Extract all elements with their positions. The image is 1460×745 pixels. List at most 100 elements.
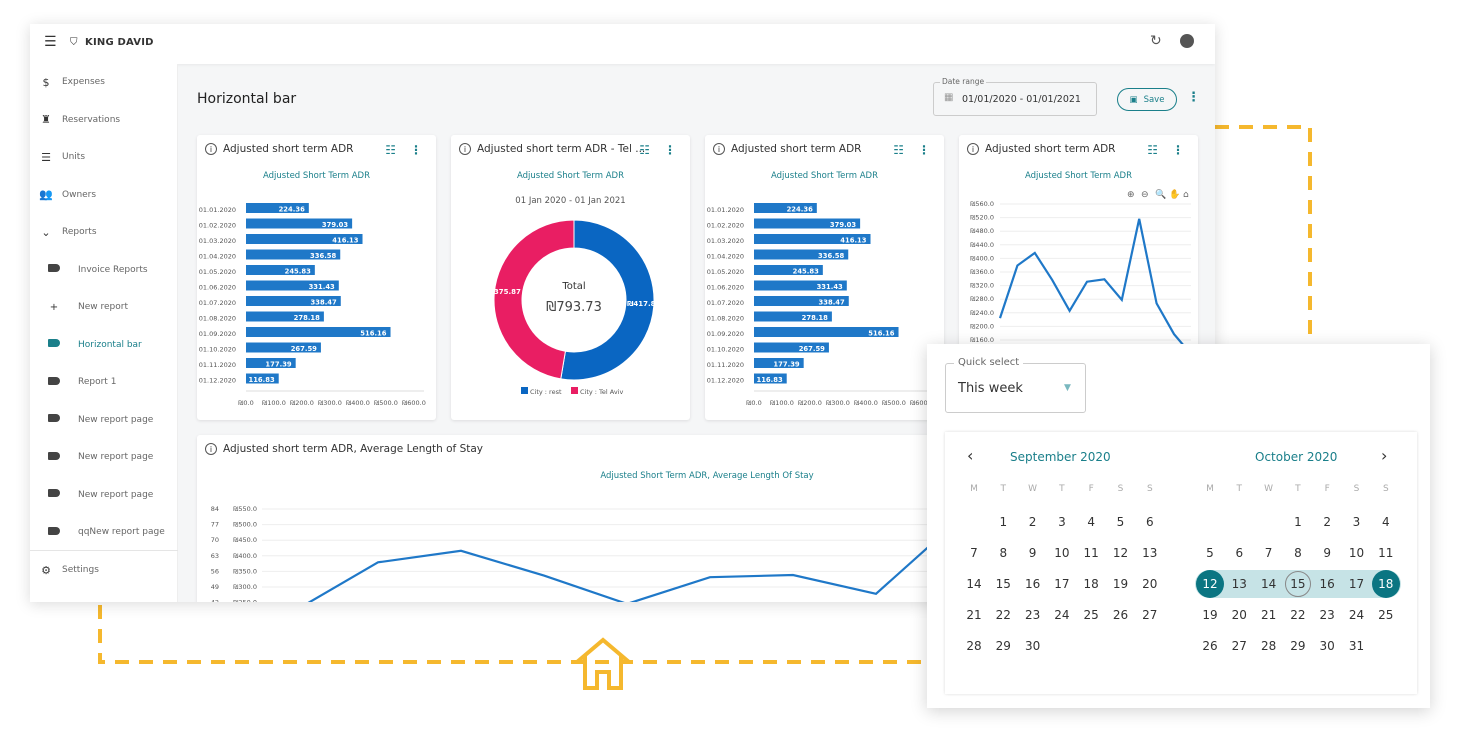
calendar-day[interactable]: 2 bbox=[1314, 509, 1340, 535]
save-button[interactable]: ▣ Save bbox=[1117, 88, 1177, 111]
sidebar-item[interactable]: Invoice Reports bbox=[30, 255, 178, 285]
calendar-day[interactable]: 29 bbox=[1285, 633, 1311, 659]
calendar-day[interactable]: 27 bbox=[1137, 602, 1163, 628]
sidebar-item[interactable]: Horizontal bar bbox=[30, 330, 178, 360]
calendar-day[interactable]: 22 bbox=[1285, 602, 1311, 628]
bar-value-label: 379.03 bbox=[322, 221, 348, 229]
calendar-day[interactable]: 20 bbox=[1137, 571, 1163, 597]
calendar-day[interactable]: 14 bbox=[961, 571, 987, 597]
calendar-day[interactable]: 12 bbox=[1108, 540, 1134, 566]
calendar-day[interactable]: 16 bbox=[1314, 571, 1340, 597]
calendar-day[interactable]: 28 bbox=[1256, 633, 1282, 659]
calendar-day[interactable]: 5 bbox=[1197, 540, 1223, 566]
calendar-day[interactable]: 4 bbox=[1078, 509, 1104, 535]
sidebar-item[interactable]: + New report bbox=[30, 292, 178, 322]
calendar-day[interactable]: 17 bbox=[1344, 571, 1370, 597]
calendar-day[interactable]: 26 bbox=[1197, 633, 1223, 659]
sidebar-item[interactable]: qqNew report page bbox=[30, 517, 178, 547]
calendar-day[interactable]: 12 bbox=[1196, 570, 1224, 598]
calendar-day[interactable]: 28 bbox=[961, 633, 987, 659]
category-label: 01.11.2020 bbox=[199, 361, 236, 369]
prev-month-icon[interactable]: ‹ bbox=[967, 446, 973, 465]
calendar-day[interactable]: 30 bbox=[1314, 633, 1340, 659]
date-range-field[interactable]: Date range ▦ 01/01/2020 - 01/01/2021 bbox=[933, 77, 1097, 116]
calendar-day[interactable]: 3 bbox=[1344, 509, 1370, 535]
refresh-icon[interactable]: ↻ bbox=[1150, 33, 1162, 49]
sidebar-item[interactable]: ☰ Units bbox=[30, 142, 178, 172]
sidebar-item[interactable]: 👥 Owners bbox=[30, 180, 178, 210]
calendar-day[interactable]: 1 bbox=[990, 509, 1016, 535]
next-month-icon[interactable]: › bbox=[1381, 446, 1387, 465]
calendar-day[interactable]: 19 bbox=[1197, 602, 1223, 628]
calendar-day[interactable]: 21 bbox=[1256, 602, 1282, 628]
calendar-day[interactable]: 6 bbox=[1226, 540, 1252, 566]
calendar-day[interactable]: 15 bbox=[990, 571, 1016, 597]
calendar-day[interactable]: 24 bbox=[1344, 602, 1370, 628]
sidebar-item-settings[interactable]: ⚙ Settings bbox=[30, 555, 178, 585]
calendar-day[interactable]: 2 bbox=[1020, 509, 1046, 535]
calendar-day[interactable]: 3 bbox=[1049, 509, 1075, 535]
sidebar-item[interactable]: New report page bbox=[30, 405, 178, 435]
calendar-day[interactable]: 16 bbox=[1020, 571, 1046, 597]
calendar-day[interactable]: 23 bbox=[1314, 602, 1340, 628]
menu-icon[interactable]: ☰ bbox=[44, 34, 57, 50]
calendar-day[interactable]: 22 bbox=[990, 602, 1016, 628]
calendar-day[interactable]: 13 bbox=[1226, 571, 1252, 597]
bar-value-label: 516.16 bbox=[868, 330, 894, 338]
calendar-day[interactable]: 6 bbox=[1137, 509, 1163, 535]
calendar-day[interactable]: 7 bbox=[1256, 540, 1282, 566]
calendar-day[interactable]: 11 bbox=[1373, 540, 1399, 566]
category-label: 01.04.2020 bbox=[199, 253, 236, 261]
zoom-out-icon[interactable]: ⊖ bbox=[1141, 190, 1149, 200]
calendar-day[interactable]: 14 bbox=[1256, 571, 1282, 597]
bar-value-label: 116.83 bbox=[756, 376, 782, 384]
legend-label[interactable]: City : Tel Aviv bbox=[580, 388, 624, 396]
calendar-day[interactable]: 26 bbox=[1108, 602, 1134, 628]
sidebar-item-label: New report page bbox=[78, 452, 154, 462]
account-icon[interactable] bbox=[1180, 34, 1194, 48]
calendar-day[interactable]: 30 bbox=[1020, 633, 1046, 659]
sidebar-item[interactable]: ⌄ Reports bbox=[30, 217, 178, 247]
calendar-day[interactable]: 31 bbox=[1344, 633, 1370, 659]
sidebar-item[interactable]: ♜ Reservations bbox=[30, 105, 178, 135]
calendar-day[interactable]: 19 bbox=[1108, 571, 1134, 597]
sidebar-item[interactable]: Report 1 bbox=[30, 367, 178, 397]
calendar-day[interactable]: 8 bbox=[990, 540, 1016, 566]
calendar-day[interactable]: 9 bbox=[1020, 540, 1046, 566]
calendar-day[interactable]: 24 bbox=[1049, 602, 1075, 628]
quick-select-dropdown[interactable]: Quick select This week ▼ bbox=[945, 357, 1086, 413]
calendar-day[interactable]: 21 bbox=[961, 602, 987, 628]
sidebar-item[interactable]: $ Expenses bbox=[30, 67, 178, 97]
calendar-day[interactable]: 17 bbox=[1049, 571, 1075, 597]
calendar-day[interactable]: 7 bbox=[961, 540, 987, 566]
reset-home-icon[interactable]: ⌂ bbox=[1183, 190, 1189, 200]
sidebar-item[interactable]: New report page bbox=[30, 442, 178, 472]
calendar-day[interactable]: 15 bbox=[1284, 571, 1311, 597]
calendar-day[interactable]: 5 bbox=[1108, 509, 1134, 535]
calendar-day[interactable]: 20 bbox=[1226, 602, 1252, 628]
sidebar-item[interactable]: New report page bbox=[30, 480, 178, 510]
legend-label[interactable]: City : rest bbox=[530, 388, 562, 396]
calendar-day[interactable]: 9 bbox=[1314, 540, 1340, 566]
calendar-day[interactable]: 13 bbox=[1137, 540, 1163, 566]
calendar-day[interactable]: 18 bbox=[1371, 570, 1400, 598]
tag-icon bbox=[30, 526, 78, 538]
more-options-icon[interactable]: ⋮ bbox=[1187, 90, 1200, 105]
calendar-day[interactable]: 29 bbox=[990, 633, 1016, 659]
calendar-day[interactable]: 25 bbox=[1078, 602, 1104, 628]
line-series[interactable] bbox=[998, 218, 1193, 356]
calendar-day[interactable]: 8 bbox=[1285, 540, 1311, 566]
calendar-day[interactable]: 4 bbox=[1373, 509, 1399, 535]
calendar-day[interactable]: 10 bbox=[1344, 540, 1370, 566]
pan-icon[interactable]: ✋ bbox=[1169, 188, 1180, 200]
calendar-day[interactable]: 10 bbox=[1049, 540, 1075, 566]
calendar-day[interactable]: 23 bbox=[1020, 602, 1046, 628]
zoom-in-icon[interactable]: ⊕ bbox=[1127, 190, 1135, 200]
calendar-day[interactable]: 18 bbox=[1078, 571, 1104, 597]
calendar-day[interactable]: 1 bbox=[1285, 509, 1311, 535]
zoom-select-icon[interactable]: 🔍 bbox=[1155, 188, 1166, 200]
line-series[interactable] bbox=[295, 518, 960, 602]
calendar-day[interactable]: 25 bbox=[1373, 602, 1399, 628]
calendar-day[interactable]: 11 bbox=[1078, 540, 1104, 566]
calendar-day[interactable]: 27 bbox=[1226, 633, 1252, 659]
